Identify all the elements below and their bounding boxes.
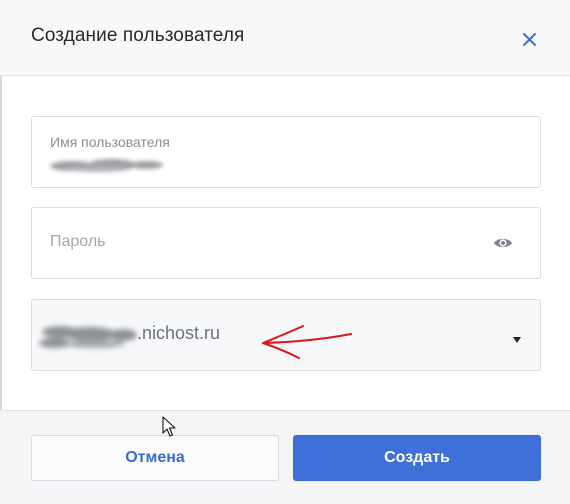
caret-down-icon[interactable] [512,331,522,343]
domain-value: .nichost.ru [137,323,221,343]
password-placeholder: Пароль [50,233,106,250]
password-field[interactable]: Пароль [31,207,541,279]
domain-select[interactable]: .nichost.ru [31,299,541,371]
eye-icon[interactable] [492,232,514,254]
username-redacted-value [42,155,182,177]
create-button[interactable]: Создать [293,435,541,481]
close-icon[interactable] [518,27,542,51]
cancel-button[interactable]: Отмена [31,435,279,481]
username-label: Имя пользователя [50,134,170,150]
domain-redacted-prefix [35,318,145,356]
dialog-header: Создание пользователя [0,0,570,76]
username-field[interactable]: Имя пользователя [31,116,541,188]
create-user-dialog: Создание пользователя Имя пользователя П… [0,0,570,504]
dialog-title: Создание пользователя [31,25,245,46]
